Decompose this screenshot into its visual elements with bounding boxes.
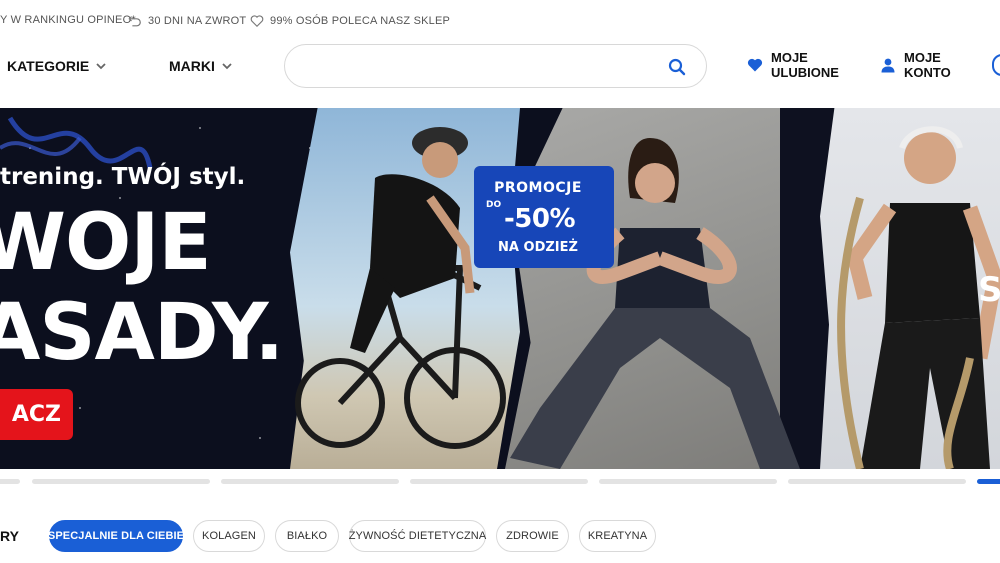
favorites-link[interactable]: MOJE ULUBIONE xyxy=(747,50,839,80)
search-icon[interactable] xyxy=(668,58,686,76)
chevron-down-icon xyxy=(222,63,232,70)
chip-kreatyna[interactable]: KREATYNA xyxy=(579,520,656,552)
account-label: MOJE KONTO xyxy=(904,50,951,80)
account-link[interactable]: MOJE KONTO xyxy=(880,50,951,80)
category-chips: RY SPECJALNIE DLA CIEBIE KOLAGEN BIAŁKO … xyxy=(0,520,1000,552)
recommend-info: 99% OSÓB POLECA NASZ SKLEP xyxy=(250,14,450,28)
brands-menu[interactable]: MARKI xyxy=(169,58,233,74)
chip-bialko[interactable]: BIAŁKO xyxy=(275,520,339,552)
account-label-line2: KONTO xyxy=(904,65,951,80)
hero-banner[interactable]: trening. TWÓJ styl. WOJE ASADY. ACZ PROM… xyxy=(0,108,1000,469)
returns-text: 30 DNI NA ZWROT xyxy=(148,15,247,27)
chips-heading: RY xyxy=(0,528,19,544)
favorites-label: MOJE ULUBIONE xyxy=(771,50,839,80)
chip-specjalnie-dla-ciebie[interactable]: SPECJALNIE DLA CIEBIE xyxy=(48,520,184,552)
hero-slider-progress xyxy=(0,479,1000,485)
search-bar xyxy=(284,44,707,88)
slide-indicator-active[interactable] xyxy=(977,479,1000,484)
slide-indicator[interactable] xyxy=(0,479,20,484)
heart-outline-icon xyxy=(250,15,264,28)
hero-headline-line2: ASADY. xyxy=(0,288,284,378)
hero-right-letter: S xyxy=(978,270,1000,310)
search-input[interactable] xyxy=(303,55,663,79)
chevron-down-icon xyxy=(96,63,106,70)
recommend-text: 99% OSÓB POLECA NASZ SKLEP xyxy=(270,15,451,27)
returns-info: 30 DNI NA ZWROT xyxy=(128,14,246,28)
slide-indicator[interactable] xyxy=(788,479,966,484)
promo-do: DO xyxy=(486,200,502,210)
categories-label: KATEGORIE xyxy=(7,58,90,74)
cyclist-image xyxy=(295,127,506,449)
account-label-line1: MOJE xyxy=(904,50,941,65)
favorites-label-line2: ULUBIONE xyxy=(771,65,839,80)
slide-indicator[interactable] xyxy=(599,479,777,484)
chip-kolagen[interactable]: KOLAGEN xyxy=(193,520,265,552)
promo-value: -50% xyxy=(504,204,576,234)
woman-image xyxy=(510,138,800,469)
main-header: KATEGORIE MARKI MOJE ULUBIONE MOJE KONTO xyxy=(0,40,1000,96)
hero-tagline: trening. TWÓJ styl. xyxy=(0,164,246,190)
ranking-info: Y W RANKINGU OPINEO* xyxy=(0,14,136,26)
user-icon xyxy=(881,58,895,73)
promo-title: PROMOCJE xyxy=(494,180,582,196)
slide-indicator[interactable] xyxy=(410,479,588,484)
cart-icon[interactable] xyxy=(992,54,1000,76)
slide-indicator[interactable] xyxy=(221,479,399,484)
slide-indicator[interactable] xyxy=(32,479,210,484)
heart-icon xyxy=(747,58,763,72)
chip-zdrowie[interactable]: ZDROWIE xyxy=(496,520,569,552)
promo-subtitle: NA ODZIEŻ xyxy=(498,240,578,255)
categories-menu[interactable]: KATEGORIE xyxy=(7,58,107,74)
hero-cta-button[interactable]: ACZ xyxy=(0,389,73,440)
return-arrow-icon xyxy=(128,16,141,27)
top-info-bar: Y W RANKINGU OPINEO* 30 DNI NA ZWROT 99%… xyxy=(0,0,1000,40)
favorites-label-line1: MOJE xyxy=(771,50,808,65)
man-image xyxy=(837,126,1000,469)
promo-badge[interactable]: PROMOCJE DO -50% NA ODZIEŻ xyxy=(474,166,614,268)
ranking-text: Y W RANKINGU OPINEO* xyxy=(0,14,136,26)
brands-label: MARKI xyxy=(169,58,215,74)
hero-headline-line1: WOJE xyxy=(0,198,212,288)
chip-zywnosc-dietetyczna[interactable]: ŻYWNOŚĆ DIETETYCZNA xyxy=(349,520,486,552)
